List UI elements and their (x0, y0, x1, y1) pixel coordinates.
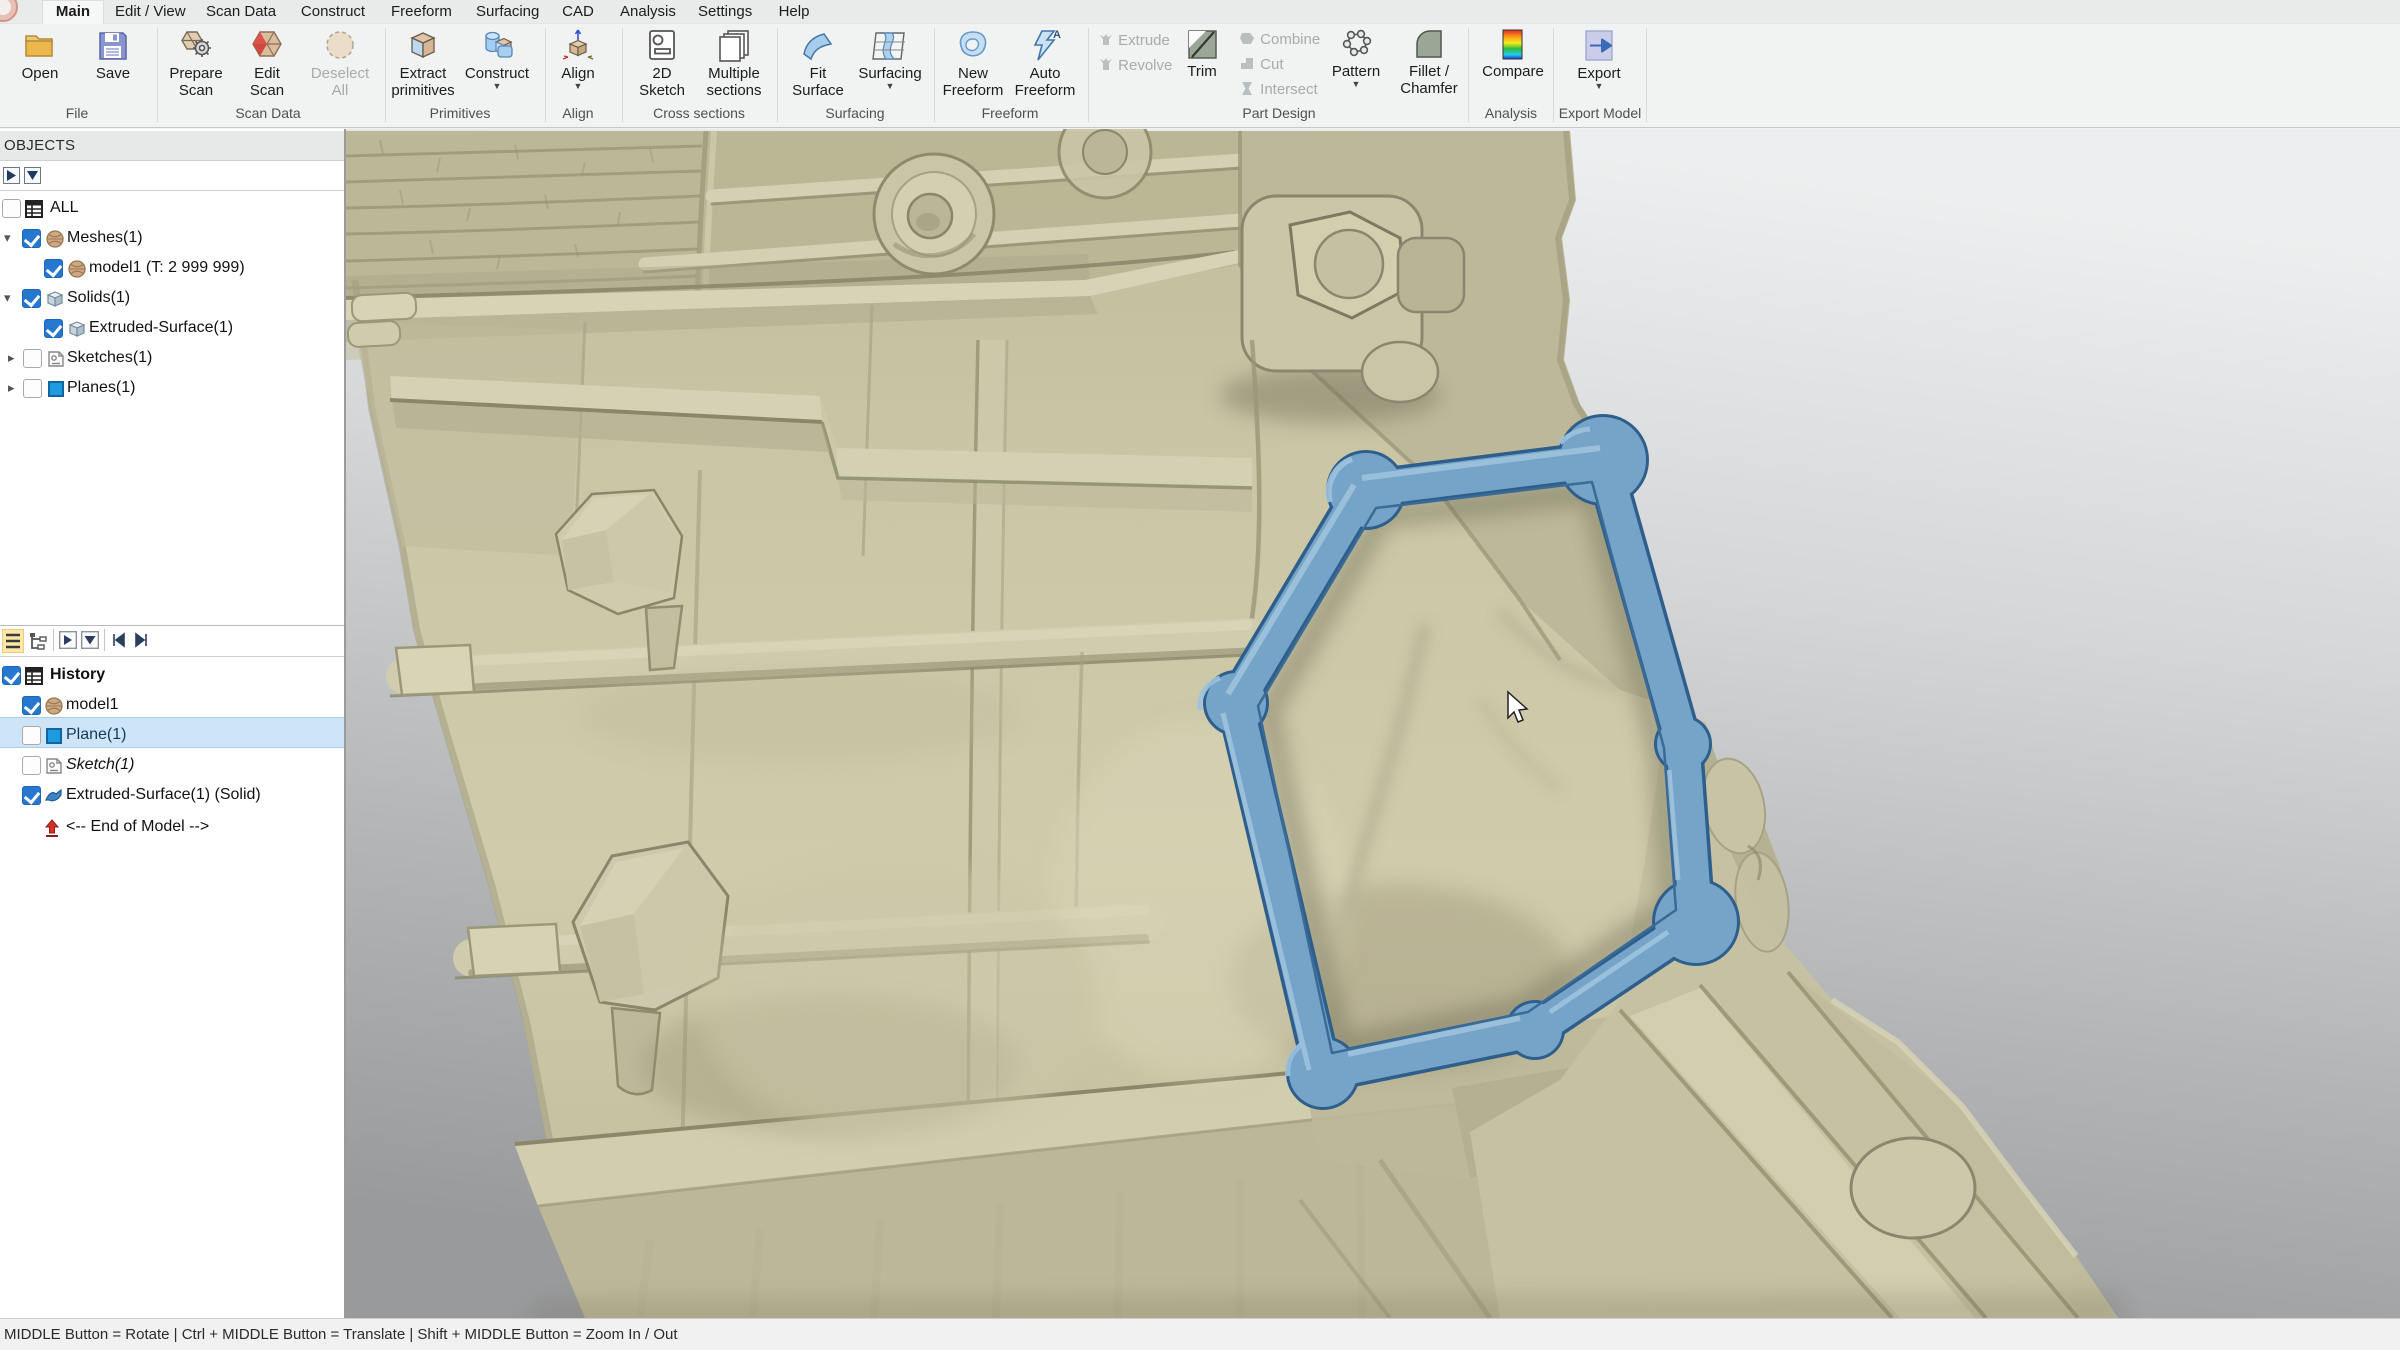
svg-text:A: A (1053, 29, 1061, 41)
